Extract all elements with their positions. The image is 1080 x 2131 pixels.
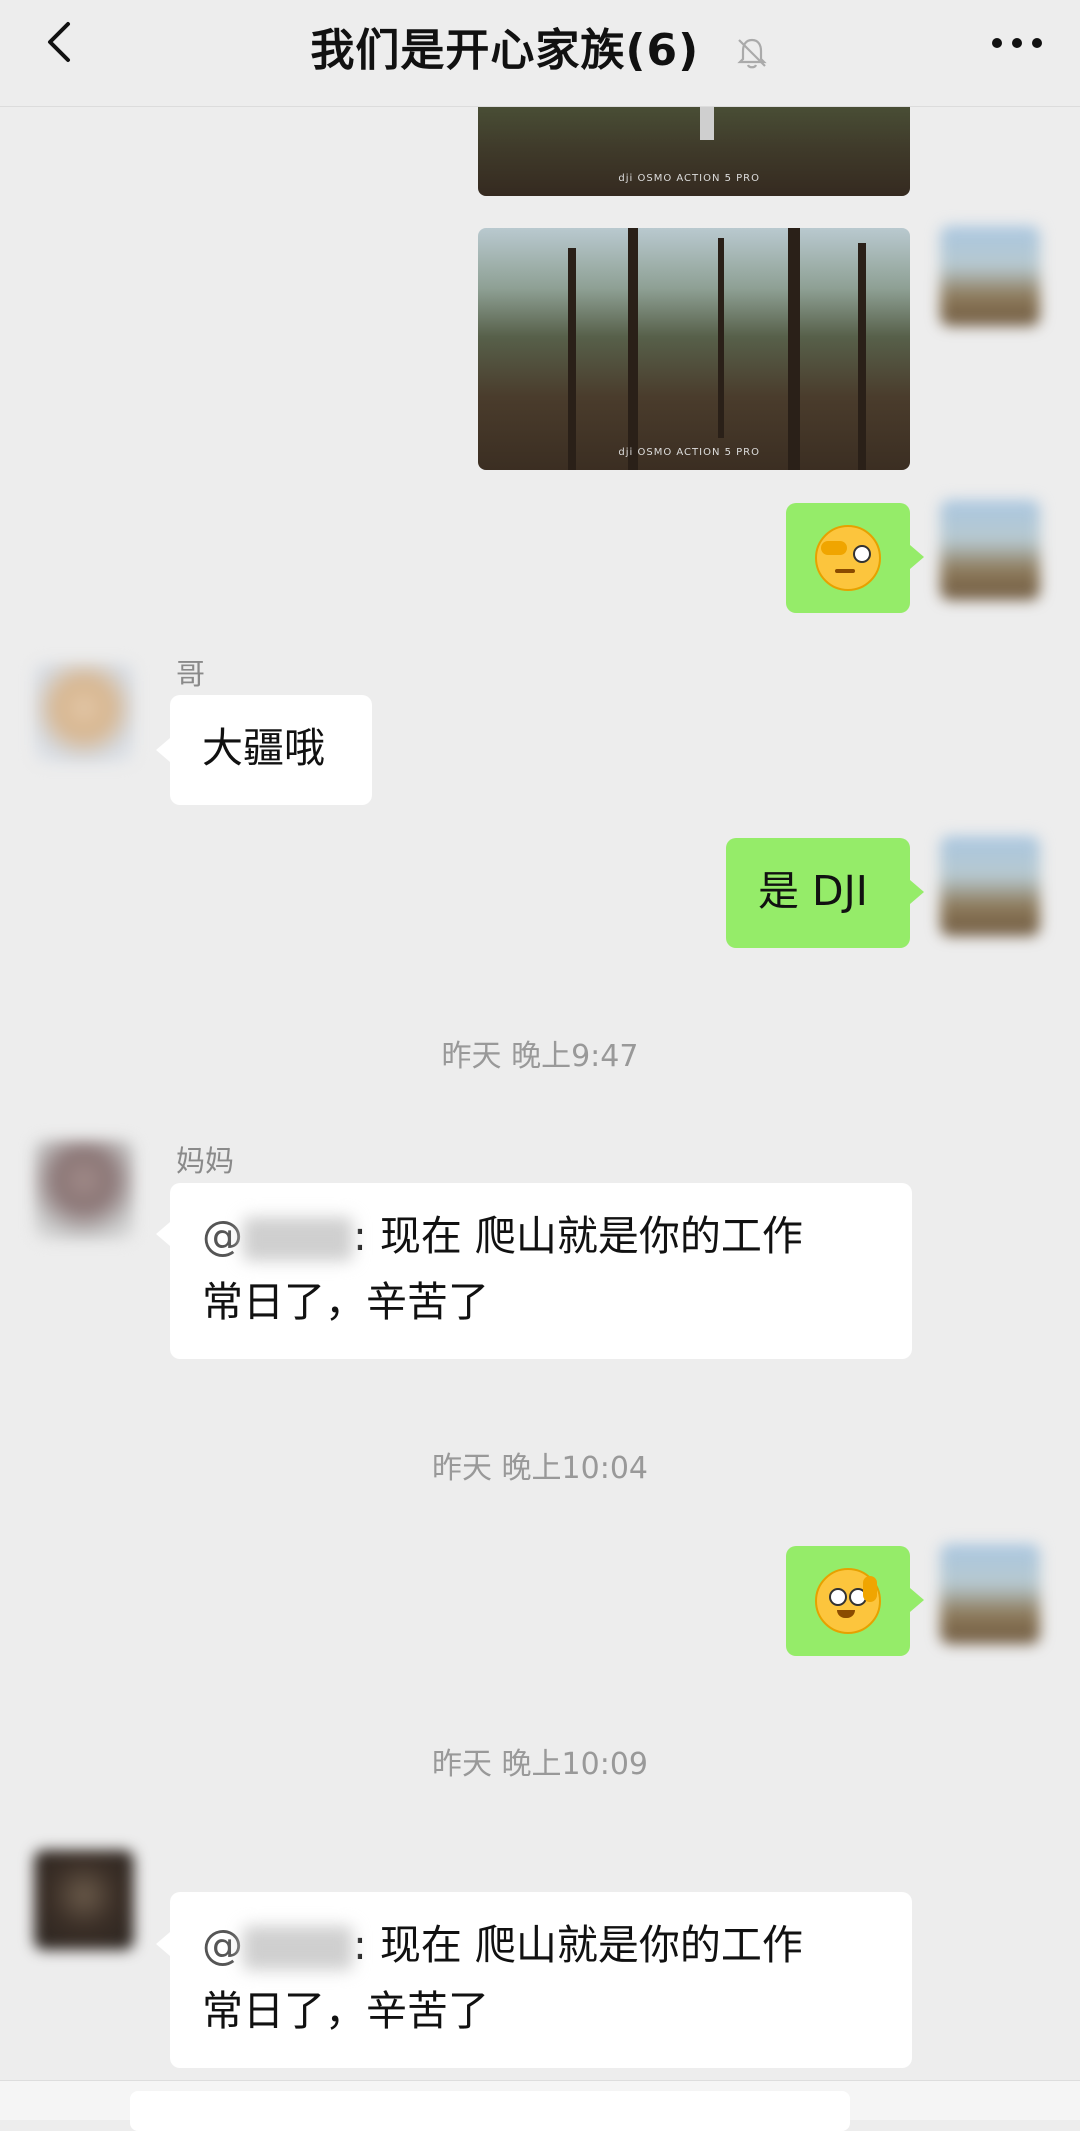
emoji-message[interactable] bbox=[786, 1546, 910, 1656]
bubble-tail bbox=[910, 880, 924, 904]
mention-prefix: @ bbox=[202, 1212, 243, 1260]
message-text: 是 DJI bbox=[758, 867, 868, 915]
emoji-cheeky-icon bbox=[815, 1568, 881, 1634]
bubble-tail bbox=[156, 1222, 170, 1246]
message-bubble[interactable]: @ : 现在 爬山就是你的工作 常日了，辛苦了 bbox=[170, 1183, 912, 1359]
more-dots-icon[interactable] bbox=[990, 28, 1044, 58]
chat-title: 我们是开心家族(6) bbox=[310, 25, 700, 76]
timestamp: 昨天 晚上10:09 bbox=[432, 1747, 648, 1782]
bubble-tail bbox=[156, 738, 170, 762]
input-field[interactable] bbox=[130, 2091, 850, 2131]
photo-watermark: dji OSMO ACTION 5 PRO bbox=[618, 173, 760, 184]
photo-message[interactable]: dji OSMO ACTION 5 PRO bbox=[478, 228, 910, 470]
my-avatar[interactable] bbox=[940, 836, 1040, 936]
input-bar[interactable] bbox=[0, 2080, 1080, 2131]
sender-name: 妈妈 bbox=[176, 1144, 235, 1178]
chat-header: 我们是开心家族(6) bbox=[0, 0, 1080, 107]
sender-avatar[interactable] bbox=[34, 1850, 134, 1950]
message-bubble[interactable]: 是 DJI bbox=[726, 838, 910, 948]
message-text-line1: : 现在 爬山就是你的工作 bbox=[353, 1212, 803, 1260]
message-text-line1: : 现在 爬山就是你的工作 bbox=[353, 1921, 803, 1969]
chat-title-row[interactable]: 我们是开心家族(6) bbox=[0, 14, 1080, 78]
emoji-cover-eye-icon bbox=[815, 525, 881, 591]
message-text: 大疆哦 bbox=[202, 724, 325, 772]
timestamp: 昨天 晚上9:47 bbox=[441, 1039, 639, 1074]
sender-avatar[interactable] bbox=[34, 1140, 134, 1240]
message-bubble[interactable]: @ : 现在 爬山就是你的工作 常日了，辛苦了 bbox=[170, 1892, 912, 2068]
emoji-message[interactable] bbox=[786, 503, 910, 613]
message-bubble[interactable]: 大疆哦 bbox=[170, 695, 372, 805]
my-avatar[interactable] bbox=[940, 500, 1040, 600]
bubble-tail bbox=[910, 1588, 924, 1612]
sender-name: 哥 bbox=[176, 657, 206, 691]
mute-bell-icon bbox=[736, 38, 767, 69]
message-text-line2: 常日了，辛苦了 bbox=[202, 1987, 489, 2035]
bubble-tail bbox=[910, 545, 924, 569]
my-avatar[interactable] bbox=[940, 1544, 1040, 1644]
message-line: @ : 现在 爬山就是你的工作 bbox=[202, 1912, 880, 1978]
photo-watermark: dji OSMO ACTION 5 PRO bbox=[618, 447, 760, 458]
blurred-mention-name bbox=[243, 1217, 353, 1261]
message-line: @ : 现在 爬山就是你的工作 bbox=[202, 1203, 880, 1269]
timestamp: 昨天 晚上10:04 bbox=[432, 1451, 648, 1486]
bubble-tail bbox=[156, 1932, 170, 1956]
mention-prefix: @ bbox=[202, 1921, 243, 1969]
my-avatar[interactable] bbox=[940, 226, 1040, 326]
message-text-line2: 常日了，辛苦了 bbox=[202, 1278, 489, 1326]
sender-avatar[interactable] bbox=[34, 663, 134, 763]
blurred-mention-name bbox=[243, 1926, 353, 1970]
